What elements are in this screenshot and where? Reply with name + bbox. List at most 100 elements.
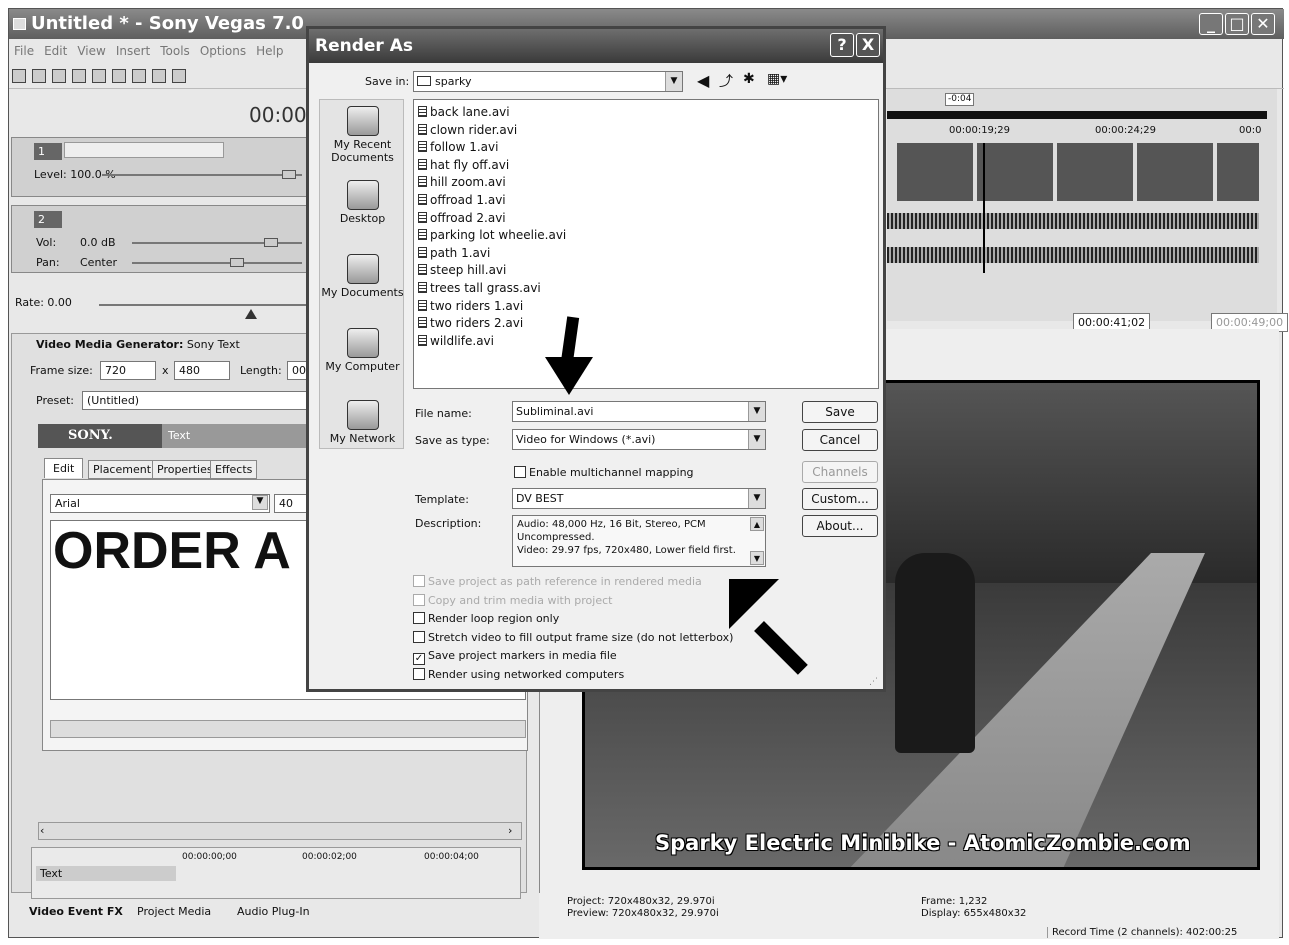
multichannel-box[interactable] — [514, 466, 526, 478]
loop-bar[interactable] — [887, 111, 1267, 119]
minimize-button[interactable]: _ — [1199, 13, 1223, 35]
save-button[interactable]: Save — [802, 401, 878, 423]
menu-file[interactable]: File — [14, 44, 34, 58]
track-2-pan-slider[interactable] — [132, 262, 302, 264]
scroll-left-icon[interactable]: ‹ — [40, 824, 44, 837]
option-checkbox[interactable]: ✓ Save project markers in media file — [413, 649, 617, 665]
track-2-pan-thumb[interactable] — [230, 258, 244, 267]
tab-audio-plugin[interactable]: Audio Plug-In — [237, 905, 310, 918]
file-item[interactable]: path 1.avi — [418, 245, 490, 262]
option-box[interactable] — [413, 612, 425, 624]
rate-slider[interactable] — [99, 304, 309, 306]
back-icon[interactable]: ◀ — [697, 71, 709, 90]
custom-button[interactable]: Custom... — [802, 488, 878, 510]
rate-thumb[interactable] — [245, 309, 257, 319]
frame-width-field[interactable]: 720 — [100, 361, 156, 380]
template-select[interactable]: DV BEST ▼ — [512, 488, 766, 509]
option-checkbox[interactable]: Save project as path reference in render… — [413, 575, 702, 588]
video-track-thumbnails[interactable] — [897, 143, 1259, 201]
dialog-close-button[interactable]: X — [856, 33, 880, 57]
render-icon[interactable] — [72, 69, 86, 83]
about-button[interactable]: About... — [802, 515, 878, 537]
file-item[interactable]: wildlife.avi — [418, 333, 494, 350]
track-1-level-slider[interactable] — [102, 174, 302, 176]
frame-height-field[interactable]: 480 — [174, 361, 230, 380]
option-box[interactable] — [413, 667, 425, 680]
undo-icon[interactable] — [152, 69, 166, 83]
font-dropdown-icon[interactable]: ▼ — [252, 495, 268, 510]
cut-icon[interactable] — [92, 69, 106, 83]
option-box[interactable] — [413, 575, 425, 587]
tab-effects[interactable]: Effects — [210, 460, 258, 479]
open-icon[interactable] — [32, 69, 46, 83]
option-checkbox[interactable]: Copy and trim media with project — [413, 593, 612, 607]
option-box[interactable] — [413, 593, 425, 606]
up-folder-icon[interactable]: ⤴ — [719, 71, 733, 91]
menu-edit[interactable]: Edit — [44, 44, 67, 58]
file-item[interactable]: steep hill.avi — [418, 262, 506, 279]
place-documents[interactable]: My Documents — [320, 254, 405, 299]
channels-button[interactable]: Channels — [802, 461, 878, 483]
scroll-right-icon[interactable]: › — [508, 824, 512, 837]
audio-waveform-2[interactable] — [887, 247, 1259, 263]
option-checkbox[interactable]: Stretch video to fill output frame size … — [413, 630, 733, 644]
template-dropdown-icon[interactable]: ▼ — [748, 489, 765, 508]
resize-grip-icon[interactable]: ⋰ — [869, 677, 878, 687]
timeline-cursor[interactable] — [983, 143, 985, 273]
tab-project-media[interactable]: Project Media — [137, 905, 211, 918]
tab-edit[interactable]: Edit — [44, 458, 84, 478]
dialog-help-button[interactable]: ? — [830, 33, 854, 57]
menu-insert[interactable]: Insert — [116, 44, 150, 58]
save-icon[interactable] — [52, 69, 66, 83]
option-checkbox[interactable]: Render using networked computers — [413, 667, 624, 681]
file-item[interactable]: back lane.avi — [418, 104, 510, 121]
cancel-button[interactable]: Cancel — [802, 429, 878, 451]
tab-properties[interactable]: Properties — [152, 460, 218, 479]
place-desktop[interactable]: Desktop — [320, 180, 405, 225]
place-recent[interactable]: My Recent Documents — [320, 106, 405, 164]
place-network[interactable]: My Network — [320, 400, 405, 445]
file-item[interactable]: follow 1.avi — [418, 139, 498, 156]
new-folder-icon[interactable]: ✱ — [743, 71, 755, 87]
save-in-select[interactable]: sparky ▼ — [413, 71, 683, 92]
file-item[interactable]: trees tall grass.avi — [418, 280, 541, 297]
tab-placement[interactable]: Placement — [88, 460, 157, 479]
option-box[interactable]: ✓ — [413, 653, 425, 665]
menu-options[interactable]: Options — [200, 44, 246, 58]
multichannel-checkbox[interactable]: Enable multichannel mapping — [514, 466, 694, 479]
menu-tools[interactable]: Tools — [160, 44, 190, 58]
file-name-dropdown-icon[interactable]: ▼ — [748, 402, 765, 421]
file-item[interactable]: offroad 1.avi — [418, 192, 506, 209]
preset-field[interactable]: (Untitled) — [82, 391, 312, 410]
file-item[interactable]: two riders 1.avi — [418, 298, 523, 315]
file-name-field[interactable]: Subliminal.avi ▼ — [512, 401, 766, 422]
save-type-dropdown-icon[interactable]: ▼ — [748, 430, 765, 449]
copy-icon[interactable] — [112, 69, 126, 83]
file-item[interactable]: offroad 2.avi — [418, 210, 506, 227]
view-menu-icon[interactable]: ▦▾ — [767, 71, 787, 87]
save-in-dropdown-icon[interactable]: ▼ — [665, 72, 682, 91]
file-item[interactable]: two riders 2.avi — [418, 315, 523, 332]
file-item[interactable]: hat fly off.avi — [418, 157, 509, 174]
place-computer[interactable]: My Computer — [320, 328, 405, 373]
menu-view[interactable]: View — [77, 44, 105, 58]
description-scroll-up[interactable]: ▲ — [750, 517, 764, 531]
save-type-select[interactable]: Video for Windows (*.avi) ▼ — [512, 429, 766, 450]
description-scroll-down[interactable]: ▼ — [750, 551, 764, 565]
new-icon[interactable] — [12, 69, 26, 83]
track-1-name-field[interactable] — [64, 142, 224, 158]
file-item[interactable]: parking lot wheelie.avi — [418, 227, 566, 244]
maximize-button[interactable]: □ — [1225, 13, 1249, 35]
tab-video-event-fx[interactable]: Video Event FX — [29, 905, 123, 918]
audio-waveform-1[interactable] — [887, 213, 1259, 229]
track-1-level-thumb[interactable] — [282, 170, 296, 179]
close-button[interactable]: ✕ — [1251, 13, 1275, 35]
font-select[interactable]: Arial — [50, 494, 270, 513]
text-hscrollbar[interactable] — [50, 720, 526, 738]
menu-help[interactable]: Help — [256, 44, 283, 58]
panel-hscrollbar[interactable] — [38, 822, 522, 840]
option-checkbox[interactable]: Render loop region only — [413, 612, 559, 625]
redo-icon[interactable] — [172, 69, 186, 83]
option-box[interactable] — [413, 630, 425, 643]
paste-icon[interactable] — [132, 69, 146, 83]
